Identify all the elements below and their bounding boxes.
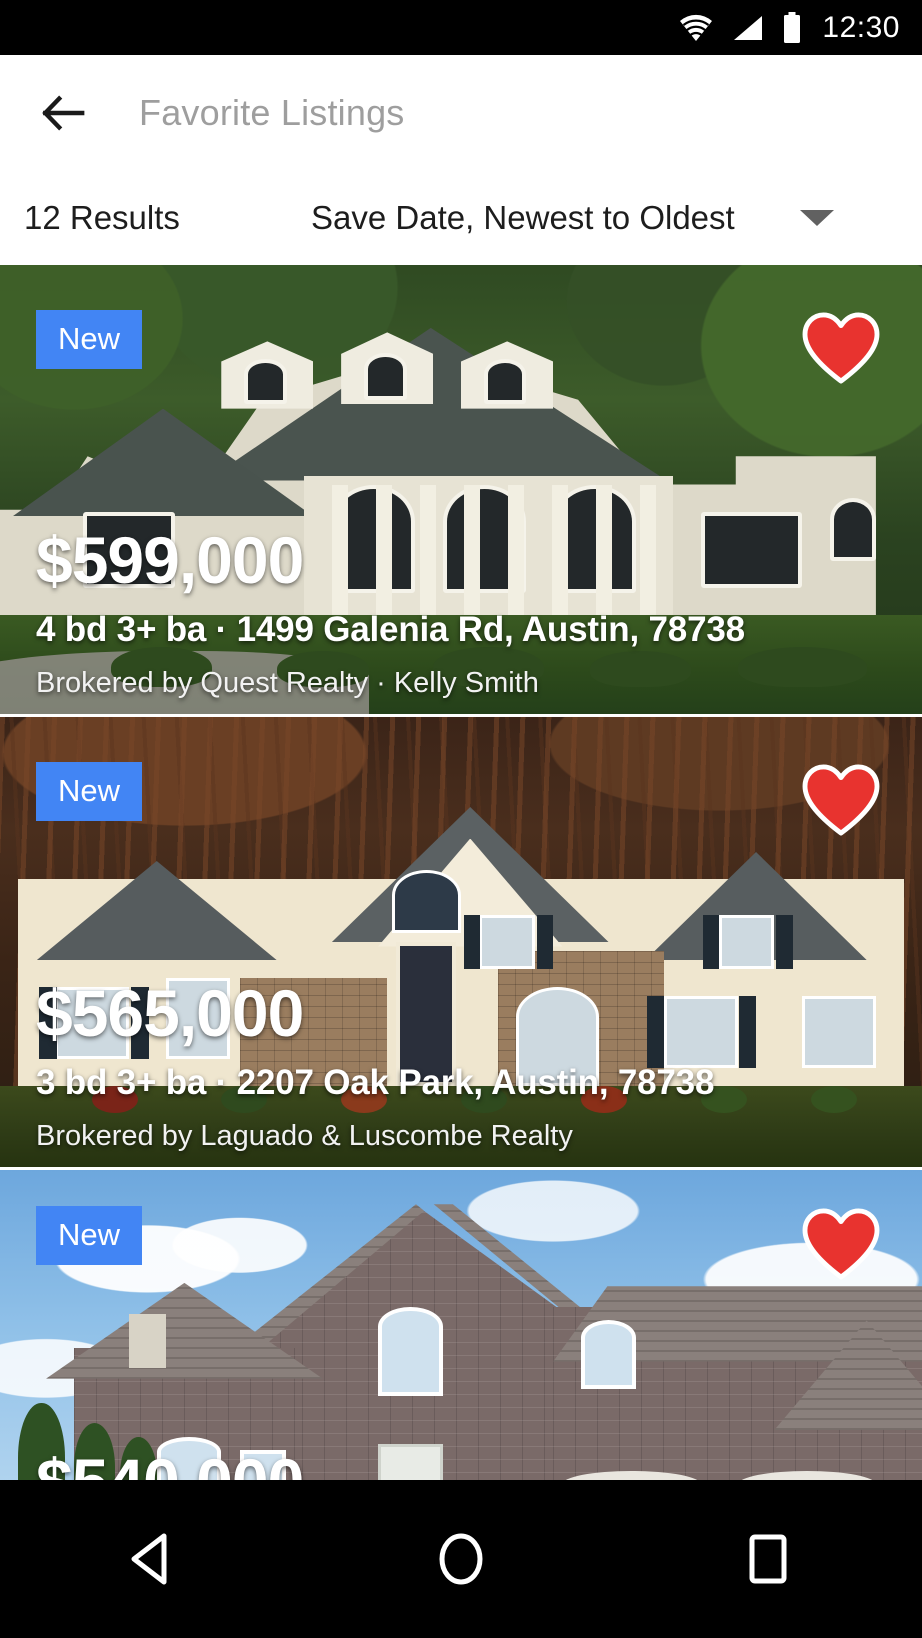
status-bar: 12:30: [0, 0, 922, 55]
status-time: 12:30: [822, 10, 900, 44]
results-count: 12 Results: [24, 198, 180, 236]
nav-home-button[interactable]: [401, 1514, 521, 1604]
chevron-down-icon[interactable]: [800, 209, 834, 226]
new-badge: New: [36, 1206, 143, 1265]
page-title: Favorite Listings: [139, 91, 405, 133]
listing-price: $565,000: [36, 975, 304, 1050]
sort-row: 12 Results Save Date, Newest to Oldest: [0, 170, 922, 265]
nav-home-icon: [439, 1533, 483, 1585]
listing-broker: Brokered by Laguado & Luscombe Realty: [36, 1120, 573, 1152]
app-bar: Favorite Listings: [0, 55, 922, 170]
listing-card[interactable]: New $565,000 3 bd 3+ ba · 2207 Oak Park,…: [0, 717, 922, 1170]
cell-signal-icon: [734, 15, 763, 40]
nav-recents-icon: [749, 1534, 787, 1584]
listing-specs: 3 bd 3+ ba · 2207 Oak Park, Austin, 7873…: [36, 1063, 715, 1102]
listing-card[interactable]: New $599,000 4 bd 3+ ba · 1499 Galenia R…: [0, 265, 922, 717]
listing-broker: Brokered by Quest Realty · Kelly Smith: [36, 667, 539, 699]
listing-price: $599,000: [36, 522, 304, 597]
back-arrow-icon[interactable]: [40, 90, 86, 136]
new-badge: New: [36, 310, 143, 369]
heart-filled-icon[interactable]: [802, 1208, 880, 1280]
heart-filled-icon[interactable]: [802, 764, 880, 836]
sort-dropdown-label[interactable]: Save Date, Newest to Oldest: [311, 199, 735, 237]
status-icons: [678, 11, 802, 44]
nav-recents-button[interactable]: [708, 1514, 828, 1604]
listing-info: $565,000 3 bd 3+ ba · 2207 Oak Park, Aus…: [0, 975, 922, 1167]
android-nav-bar: [0, 1480, 922, 1638]
listing-card[interactable]: New $540,000: [0, 1170, 922, 1512]
wifi-icon: [680, 14, 713, 41]
battery-icon: [784, 11, 801, 43]
listing-list: New $599,000 4 bd 3+ ba · 1499 Galenia R…: [0, 265, 922, 1512]
listing-specs: 4 bd 3+ ba · 1499 Galenia Rd, Austin, 78…: [36, 610, 745, 649]
new-badge: New: [36, 762, 143, 821]
nav-back-button[interactable]: [94, 1514, 214, 1604]
heart-filled-icon[interactable]: [802, 312, 880, 384]
nav-back-icon: [131, 1533, 167, 1585]
listing-info: $599,000 4 bd 3+ ba · 1499 Galenia Rd, A…: [0, 522, 922, 714]
